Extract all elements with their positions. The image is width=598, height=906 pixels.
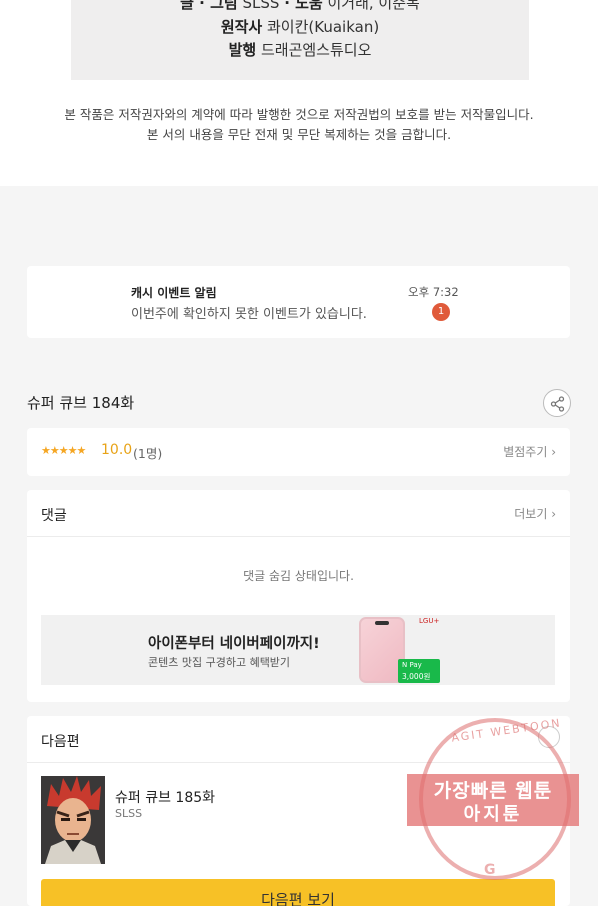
divider	[27, 536, 570, 537]
ad-subtitle: 콘텐츠 맛집 구경하고 혜택받기	[148, 656, 291, 669]
credit-writer: 글 · 그림 SLSS · 도움 이거래, 이준복	[180, 0, 420, 12]
ad-title: 아이폰부터 네이버페이까지!	[148, 636, 320, 652]
character-thumbnail	[41, 776, 105, 864]
notification-time: 오후 7:32	[408, 285, 459, 299]
watermark-stamp: AGIT WEBTOON 가장빠른 웹툰 아지툰 G	[407, 712, 579, 890]
rating-stars: ★★★★★	[41, 444, 86, 457]
credits-section: 글 · 그림 SLSS · 도움 이거래, 이준복 원작사 콰이칸(Kuaika…	[0, 0, 598, 186]
credit-publisher: 발행 드래곤엠스튜디오	[228, 41, 372, 59]
npay-amount: 3,000원	[402, 672, 431, 681]
rate-button[interactable]: 별점주기 ›	[503, 443, 556, 460]
npay-badge: N Pay 3,000원	[398, 659, 440, 683]
next-episode-author: SLSS	[115, 807, 143, 820]
phone-notch	[375, 621, 389, 625]
rating-card: ★★★★★ 10.0 (1명) 별점주기 ›	[27, 428, 570, 476]
next-episode-title[interactable]: 슈퍼 큐브 185화	[115, 787, 215, 807]
cash-event-notification[interactable]: 캐시 이벤트 알림 이번주에 확인하지 못한 이벤트가 있습니다. 오후 7:3…	[27, 266, 570, 338]
notification-text: 이번주에 확인하지 못한 이벤트가 있습니다.	[131, 307, 367, 322]
lgu-logo: LGU+	[419, 617, 440, 625]
share-icon	[550, 396, 565, 412]
copyright-text: 본 작품은 저작권자와의 계약에 따라 발행한 것으로 저작권법의 보호를 받는…	[64, 107, 534, 122]
rating-count: (1명)	[133, 446, 163, 461]
rating-score: 10.0	[101, 442, 133, 458]
npay-label: N Pay	[402, 661, 422, 669]
comments-card: 댓글 더보기 › 댓글 숨김 상태입니다. 아이폰부터 네이버페이까지! 콘텐츠…	[27, 490, 570, 702]
comments-title: 댓글	[41, 508, 67, 524]
next-episode-heading: 다음편	[41, 734, 80, 750]
notification-badge: 1	[432, 303, 450, 321]
copyright-text: 본 서의 내용을 무단 전재 및 무단 복제하는 것을 금합니다.	[146, 127, 452, 142]
notification-title: 캐시 이벤트 알림	[131, 286, 217, 300]
stamp-line2: 아지툰	[463, 804, 523, 825]
episode-title: 슈퍼 큐브 184화	[27, 394, 135, 412]
stamp-band: 가장빠른 웹툰 아지툰	[407, 774, 579, 826]
next-episode-thumbnail[interactable]	[41, 776, 105, 864]
stamp-line1: 가장빠른 웹툰	[433, 780, 553, 802]
credit-original: 원작사 콰이칸(Kuaikan)	[220, 18, 380, 36]
comments-more-button[interactable]: 더보기 ›	[514, 505, 556, 522]
credits-box: 글 · 그림 SLSS · 도움 이거래, 이준복 원작사 콰이칸(Kuaika…	[71, 0, 529, 80]
ad-banner[interactable]: 아이폰부터 네이버페이까지! 콘텐츠 맛집 구경하고 혜택받기 LGU+ N P…	[41, 615, 555, 685]
stamp-letter: G	[484, 862, 496, 878]
comments-hidden-message: 댓글 숨김 상태입니다.	[243, 569, 354, 583]
share-button[interactable]	[543, 389, 571, 417]
